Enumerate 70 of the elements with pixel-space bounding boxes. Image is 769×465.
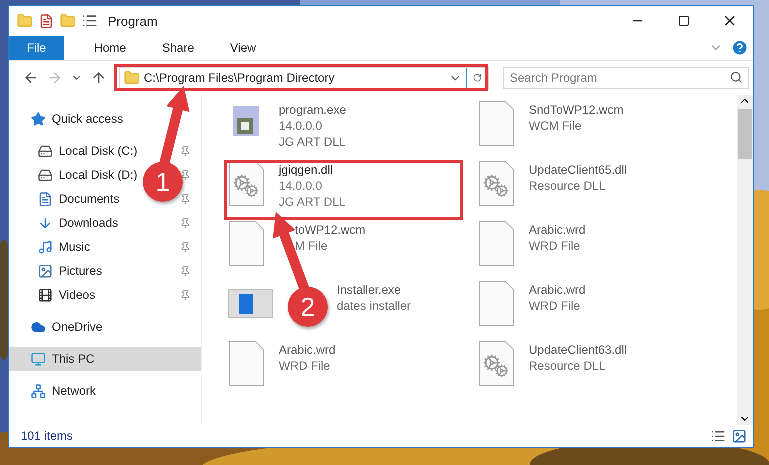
film-icon	[38, 288, 53, 302]
file-name[interactable]: toWP12.wcm	[295, 222, 366, 238]
sidebar-item[interactable]: Network	[52, 384, 96, 398]
file-icon	[227, 220, 267, 268]
folder-icon	[124, 70, 140, 86]
file-name[interactable]: Installer.exe	[337, 282, 412, 298]
ribbon-tab[interactable]: View	[214, 36, 272, 60]
file-name[interactable]: UpdateClient65.dll	[529, 162, 628, 178]
large-icons-view-icon[interactable]	[732, 428, 747, 444]
file-detail: M File	[295, 238, 329, 254]
sidebar-item[interactable]: Downloads	[59, 216, 118, 230]
file-detail: Resource DLL	[529, 358, 607, 374]
maximize-icon	[678, 15, 690, 27]
picture-icon	[38, 264, 53, 278]
download-icon	[38, 216, 53, 230]
settings-file-icon	[227, 160, 267, 208]
file-detail: 14.0.0.0	[279, 118, 324, 134]
file-detail: WCM File	[529, 118, 583, 134]
file-icon	[227, 340, 267, 388]
sidebar-item[interactable]: Documents	[59, 192, 120, 206]
sidebar-item[interactable]: Music	[59, 240, 90, 254]
file-detail: 14.0.0.0	[279, 178, 324, 194]
folder-icon	[17, 13, 33, 29]
file-icon	[477, 100, 517, 148]
window-title: Program	[108, 14, 158, 28]
file-name[interactable]: SndToWP12.wcm	[529, 102, 624, 118]
ribbon-tab[interactable]: File	[9, 36, 64, 60]
sidebar-item[interactable]: Quick access	[52, 112, 124, 126]
file-detail: dates installer	[337, 298, 412, 314]
drive-icon	[38, 168, 53, 182]
file-detail: WRD File	[529, 238, 582, 254]
search-field[interactable]: Search Program	[503, 67, 749, 89]
document-icon	[38, 192, 53, 206]
scrollbar[interactable]	[737, 95, 753, 425]
music-icon	[38, 240, 53, 254]
network-icon	[31, 384, 46, 398]
cloud-icon	[31, 320, 46, 334]
details-view-icon[interactable]	[711, 428, 726, 444]
file-name[interactable]: jgiqgen.dll	[279, 162, 346, 178]
monitor-icon	[31, 352, 46, 366]
drive-icon	[38, 144, 53, 158]
ribbon-tab[interactable]: Share	[146, 36, 210, 60]
file-name[interactable]: Arabic.wrd	[279, 342, 336, 358]
file-detail: WRD File	[279, 358, 332, 374]
file-name[interactable]: UpdateClient63.dll	[529, 342, 628, 358]
settings-file-icon	[477, 160, 517, 208]
sidebar-item[interactable]: This PC	[52, 352, 95, 366]
file-detail: Resource DLL	[529, 178, 607, 194]
file-name[interactable]: Arabic.wrd	[529, 222, 586, 238]
file-detail: WRD File	[529, 298, 582, 314]
item-count: 101 items	[21, 429, 74, 443]
file-icon	[477, 220, 517, 268]
sidebar-item[interactable]: Local Disk (D:)	[59, 168, 138, 182]
sidebar-item[interactable]: Local Disk (C:)	[59, 144, 138, 158]
file-name[interactable]: program.exe	[279, 102, 346, 118]
file-detail: JG ART DLL	[279, 134, 346, 150]
file-name[interactable]: Arabic.wrd	[529, 282, 586, 298]
star-icon	[31, 112, 46, 126]
ribbon-tab[interactable]: Home	[78, 36, 142, 60]
sidebar-item[interactable]: OneDrive	[52, 320, 103, 334]
sidebar-item[interactable]: Videos	[59, 288, 96, 302]
customize-icon[interactable]	[82, 13, 98, 29]
refresh-icon	[473, 72, 482, 84]
settings-file-icon	[477, 340, 517, 388]
search-icon	[730, 71, 743, 84]
file-icon	[477, 280, 517, 328]
help-icon[interactable]	[731, 39, 749, 57]
scrollbar-thumb[interactable]	[738, 109, 752, 159]
file-detail: JG ART DLL	[279, 194, 346, 210]
sidebar-item[interactable]: Pictures	[59, 264, 102, 278]
